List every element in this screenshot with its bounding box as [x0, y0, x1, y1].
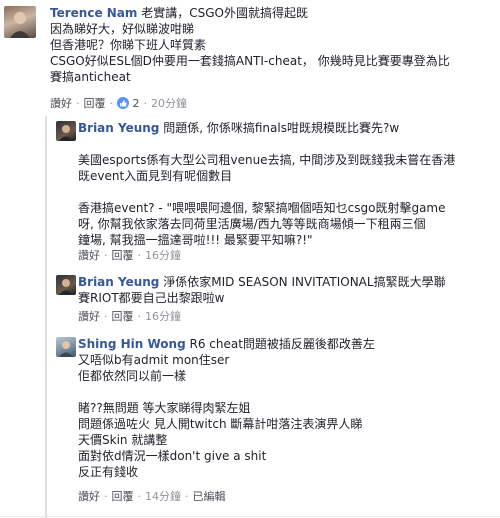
comment-text-line: 因為睇好大，好似睇波咁睇 — [50, 22, 195, 36]
reply-text-line: 佢都依然同以前一樣 — [78, 369, 187, 383]
reply-timestamp[interactable]: 16分鐘 — [145, 249, 181, 262]
reply-brian-yeung-1: Brian Yeung 問題係, 你係咪搞finals咁既規模既比賽先?w 美國… — [0, 116, 500, 272]
reply-text-line: 反正有錢收 — [78, 465, 139, 479]
reply-brian-yeung-2: Brian Yeung 淨係依家MID SEASON INVITATIONAL搞… — [0, 272, 500, 332]
avatar[interactable] — [56, 121, 76, 141]
reply-text-line: 問題係, 你係咪搞finals咁既規模既比賽先?w — [163, 121, 400, 135]
comment-text-line: 老實講，CSGO外國就搞得起既 — [141, 6, 308, 20]
reply-text-line: 淨係依家MID SEASON INVITATIONAL搞緊既大學聯 — [163, 275, 446, 289]
reply-text-line: 問題係過咗火 見人開twitch 斷幕計咁落注表演畀人睇 — [78, 417, 363, 431]
like-link[interactable]: 讚好 — [50, 97, 72, 110]
comment-actions: 讚好 · 回覆 · 2 · 20分鐘 — [50, 97, 187, 110]
reply-text-line: 美國esports係有大型公司租venue去搞, 中間涉及到既錢我未嘗在香港 — [78, 153, 456, 167]
reply-text-line — [78, 184, 496, 200]
reply-author[interactable]: Brian Yeung — [78, 121, 159, 135]
avatar[interactable] — [4, 6, 36, 38]
like-link[interactable]: 讚好 — [78, 249, 100, 262]
reply-actions: 讚好 · 回覆 · 14分鐘 · 已編輯 — [78, 490, 226, 503]
reply-actions: 讚好 · 回覆 · 16分鐘 — [78, 249, 181, 262]
reply-text-line: 面對依d情況一樣don't give a shit — [78, 449, 267, 463]
like-link[interactable]: 讚好 — [78, 490, 100, 503]
like-link[interactable]: 讚好 — [78, 310, 100, 323]
reply-text-line: 呀, 你幫我依家落去同荷里活廣場/西九等等既商場傾一下租兩三個 — [78, 217, 426, 231]
comment-text-line: 賽搞anticheat — [50, 70, 131, 84]
reply-text-line: 睹??無問題 等大家睇得肉緊左姐 — [78, 401, 251, 415]
reply-link[interactable]: 回覆 — [112, 249, 134, 262]
avatar[interactable] — [56, 275, 76, 295]
reply-text-line: R6 cheat問題被插反麗後都改善左 — [189, 337, 375, 351]
reply-actions: 讚好 · 回覆 · 16分鐘 — [78, 310, 181, 323]
reply-text-line — [78, 136, 496, 152]
reply-text-line: 又唔似b有admit mon住ser — [78, 353, 230, 367]
edited-label[interactable]: 已編輯 — [193, 490, 226, 503]
reply-text-line: 香港搞event? - "喂喂喂阿邊個, 黎緊搞嗰個唔知乜csgo既射擊game — [78, 201, 446, 215]
reply-text-line: 賽RIOT都要自己出黎跟啦w — [78, 291, 225, 305]
reply-timestamp[interactable]: 16分鐘 — [145, 310, 181, 323]
avatar[interactable] — [56, 337, 76, 357]
reply-link[interactable]: 回覆 — [112, 310, 134, 323]
reply-timestamp[interactable]: 14分鐘 — [145, 490, 181, 503]
comment-text-line: CSGO好似ESL個D仲要用一套錢搞ANTI-cheat， 你幾時見比賽要專登為… — [50, 54, 450, 68]
reply-text-line: 既event入面見到有呢個數目 — [78, 169, 233, 183]
divider — [0, 516, 500, 517]
reply-text-line: 天價Skin 就講整 — [78, 433, 168, 447]
comment-author[interactable]: Terence Nam — [50, 6, 137, 20]
comment-terence-nam: Terence Nam 老實講，CSGO外國就搞得起既 因為睇好大，好似睇波咁睇… — [0, 0, 500, 116]
reply-link[interactable]: 回覆 — [84, 97, 106, 110]
like-reaction-icon[interactable] — [117, 97, 129, 109]
reply-shing-hin-wong: Shing Hin Wong R6 cheat問題被插反麗後都改善左 又唔似b有… — [0, 332, 500, 516]
reply-text-line — [78, 384, 496, 400]
reply-link[interactable]: 回覆 — [112, 490, 134, 503]
comment-text-line: 但香港呢？你睇下班人咩質素 — [50, 38, 207, 52]
reply-author[interactable]: Brian Yeung — [78, 275, 159, 289]
reply-author[interactable]: Shing Hin Wong — [78, 337, 186, 351]
comment-timestamp[interactable]: 20分鐘 — [151, 97, 187, 110]
reply-text-line: 鐘場, 幫我搵一搵達哥啦!!! 最緊要平知嘛?!" — [78, 233, 313, 247]
reaction-count[interactable]: 2 — [133, 97, 140, 110]
